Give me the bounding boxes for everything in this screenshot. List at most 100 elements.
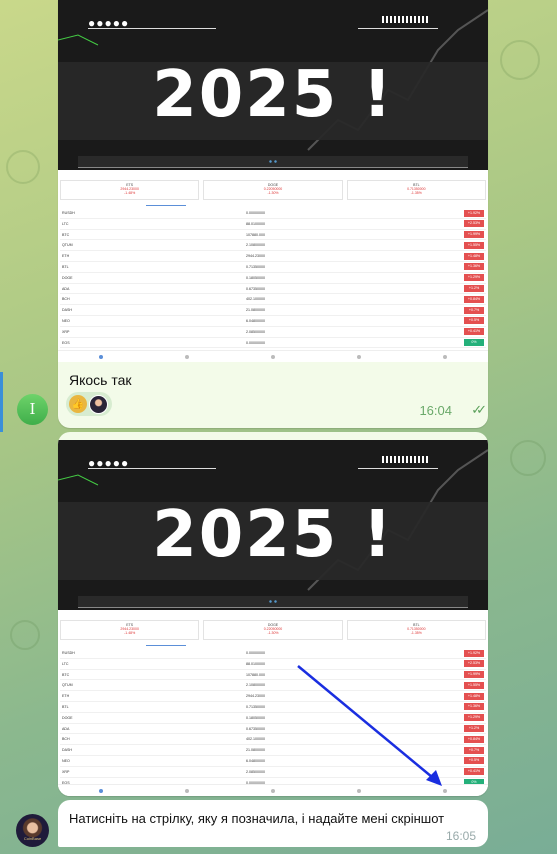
ticker-card[interactable]: ETS 2944.23000 -1.48% — [60, 620, 200, 640]
ticker-change: -1.48% — [124, 191, 136, 195]
coin-price: 6.04800000 — [246, 758, 265, 763]
background-doodle — [10, 620, 40, 650]
ticker-card[interactable]: BTL 0.71350000 -1.35% — [346, 180, 486, 200]
carousel-dots[interactable] — [268, 600, 278, 603]
table-row[interactable]: BTC 107880.000 +1.99% — [60, 230, 486, 241]
coin-name: ADA — [62, 286, 70, 291]
background-doodle — [510, 440, 546, 476]
coin-name: BTL — [62, 264, 69, 269]
table-row[interactable]: LTC 88.0100000 +2.53% — [60, 219, 486, 230]
nav-markets-icon[interactable] — [185, 788, 189, 793]
ticker-card[interactable]: ETS 2944.23000 -1.48% — [60, 180, 200, 200]
coin-price: 2.08500000 — [246, 329, 265, 334]
nav-home-icon[interactable] — [99, 354, 103, 359]
background-doodle — [6, 150, 40, 184]
reactions-bar[interactable]: 👍 — [66, 392, 112, 416]
nav-assets-icon[interactable] — [357, 354, 361, 359]
coin-name: RUSDH — [62, 651, 75, 655]
table-row[interactable]: DOGE 0.18050000 +1.29% — [60, 273, 486, 284]
reactor-avatar[interactable] — [89, 394, 108, 414]
coin-name: DASH — [62, 308, 72, 313]
coin-name: BTL — [62, 704, 69, 709]
table-row[interactable]: XRP 2.08500000 +0.41% — [60, 327, 486, 338]
text-message[interactable]: Натисніть на стрілку, яку я позначила, і… — [58, 800, 488, 847]
nav-profile-icon[interactable] — [443, 354, 447, 359]
nav-home-icon[interactable] — [99, 788, 103, 793]
sender-avatar[interactable]: CoinBase — [16, 814, 49, 847]
coin-name: NEO — [62, 318, 70, 323]
coin-price: 0.00000000 — [246, 211, 265, 215]
ticker-change: -1.48% — [124, 631, 136, 635]
coin-price: 21.0800000 — [246, 748, 265, 753]
signal-icon — [382, 16, 430, 23]
table-row[interactable]: EOS 0.00000000 0% — [60, 338, 486, 349]
ticker-change: -1.30% — [267, 191, 279, 195]
coin-price: 0.67350000 — [246, 286, 265, 291]
hero-banner: ●●●●● 2025 ! — [58, 0, 488, 170]
coin-price: 0.71350000 — [246, 264, 265, 269]
ticker-card[interactable]: DOGE 0.22050000 -1.30% — [203, 180, 343, 200]
change-badge: +1.29% — [464, 714, 484, 722]
change-badge: +1.48% — [464, 692, 484, 700]
hero-title: 2025 ! — [152, 58, 394, 132]
change-badge: +1.55% — [464, 681, 484, 689]
change-badge: +2.53% — [464, 220, 484, 228]
change-badge: +1.99% — [464, 671, 484, 679]
coin-name: ETH — [62, 254, 70, 259]
coin-price: 0.67350000 — [246, 726, 265, 731]
message-time: 16:04 — [419, 403, 452, 418]
message-time: 16:05 — [445, 829, 476, 843]
sender-avatar[interactable]: I — [17, 394, 48, 425]
coin-name: DASH — [62, 748, 72, 753]
nav-trade-icon[interactable] — [271, 788, 275, 793]
coin-price: 0.00000000 — [246, 651, 265, 655]
nav-markets-icon[interactable] — [185, 354, 189, 359]
coin-price: 88.0100000 — [246, 661, 265, 666]
table-row[interactable]: RUSDH 0.00000000 +1.92% — [60, 208, 486, 219]
coin-price: 2944.23000 — [246, 254, 265, 259]
divider-line — [358, 28, 438, 29]
coin-name: ETH — [62, 694, 70, 699]
table-row[interactable]: ETH 2944.23000 +1.48% — [60, 251, 486, 262]
coin-name: LTC — [62, 221, 69, 226]
bottom-nav — [58, 350, 488, 362]
table-row[interactable]: BTL 0.71350000 +1.36% — [60, 262, 486, 273]
coin-name: BCH — [62, 737, 70, 742]
change-badge: +1.92% — [464, 209, 484, 217]
screenshot-image[interactable]: ●●●●● 2025 ! ETS 2944.23000 -1.48% DOGE 0.2… — [58, 0, 488, 362]
table-row[interactable]: ADA 0.67350000 +1.2% — [60, 284, 486, 295]
annotation-arrow-icon — [297, 665, 442, 786]
change-badge: +1.36% — [464, 703, 484, 711]
nav-trade-icon[interactable] — [271, 354, 275, 359]
coin-price: 0.18050000 — [246, 715, 265, 720]
coin-price: 0.18050000 — [246, 275, 265, 280]
thumbs-up-icon[interactable]: 👍 — [69, 395, 87, 413]
coin-name: NEO — [62, 758, 70, 763]
table-row[interactable]: QTUM 2.10800000 +1.55% — [60, 240, 486, 252]
carousel-dots[interactable] — [268, 160, 278, 163]
change-badge: +0.84% — [464, 735, 484, 743]
coin-price: 2944.23000 — [246, 694, 265, 699]
hero-banner: ●●●●● 2025 ! — [58, 440, 488, 610]
divider-line — [358, 468, 438, 469]
ticker-change: -1.30% — [267, 631, 279, 635]
change-badge: +0.7% — [464, 306, 484, 314]
ticker-card[interactable]: BTL 0.71350000 -1.35% — [346, 620, 486, 640]
table-row[interactable]: BCH 402.100000 +0.84% — [60, 294, 486, 306]
coin-name: DOGE — [62, 715, 73, 720]
table-row[interactable]: DASH 21.0800000 +0.7% — [60, 305, 486, 316]
coin-name: BTC — [62, 672, 70, 677]
coin-name: ADA — [62, 726, 70, 731]
coin-price: 2.10800000 — [246, 683, 265, 688]
coin-name: BTC — [62, 232, 70, 237]
ticker-card[interactable]: DOGE 0.22050000 -1.30% — [203, 620, 343, 640]
double-check-icon: ✓✓ — [471, 402, 487, 417]
table-row[interactable]: NEO 6.04800000 +0.5% — [60, 316, 486, 327]
avatar-label: CoinBase — [23, 836, 42, 841]
photo-message-1[interactable]: ●●●●● 2025 ! ETS 2944.23000 -1.48% DOGE 0.2… — [58, 0, 488, 428]
coin-price: 402.100000 — [246, 737, 265, 742]
change-badge: +0.7% — [464, 746, 484, 754]
change-badge: +0.5% — [464, 757, 484, 765]
table-row[interactable]: RUSDH 0.00000000 +1.92% — [60, 648, 486, 659]
change-badge: +1.92% — [464, 649, 484, 657]
